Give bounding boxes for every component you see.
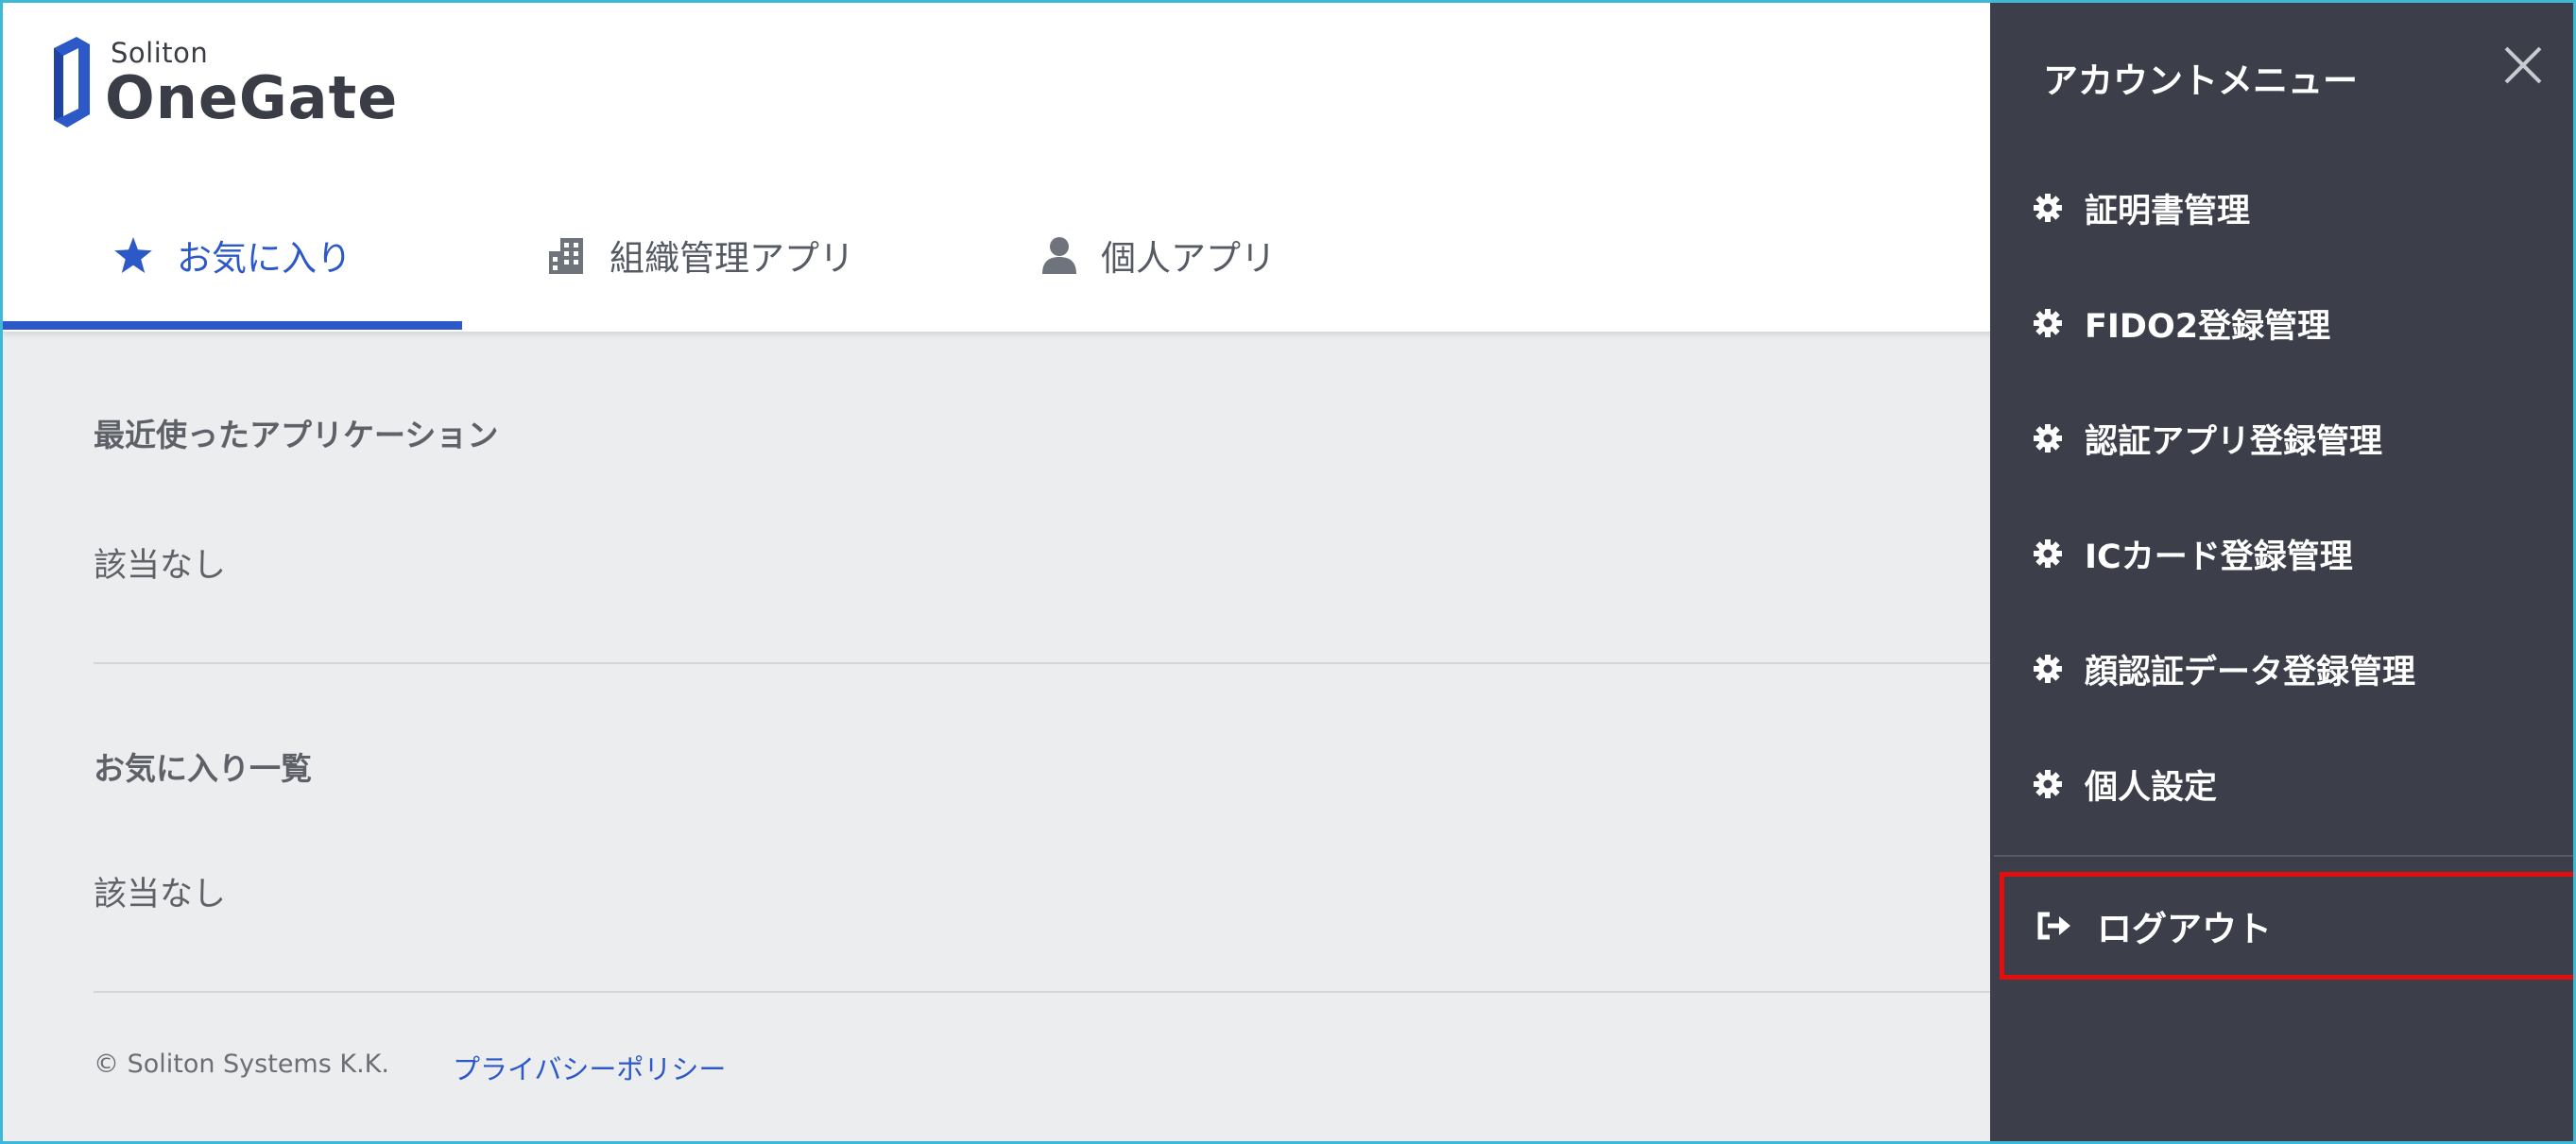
logout-label: ログアウト: [2097, 909, 2272, 949]
gear-icon: [2034, 770, 2062, 798]
menu-item-label: ICカード登録管理: [2085, 538, 2353, 576]
tab-favorites[interactable]: お気に入り: [114, 192, 352, 332]
logo-mark-icon: [54, 37, 90, 128]
logout-button[interactable]: ログアウト: [2000, 872, 2573, 980]
logo-text-big: OneGate: [105, 63, 399, 132]
tab-org-apps[interactable]: 組織管理アプリ: [547, 192, 854, 332]
menu-item-face-auth[interactable]: 顔認証データ登録管理: [2034, 636, 2544, 702]
divider: [94, 991, 1993, 993]
menu-item-label: 個人設定: [2085, 768, 2218, 807]
app-window: Soliton OneGate お気に入り 組織管理アプリ 個人アプリ 最近使っ…: [0, 0, 2576, 1144]
divider: [94, 662, 1993, 664]
menu-item-label: FIDO2登録管理: [2085, 307, 2331, 346]
privacy-policy-link[interactable]: プライバシーポリシー: [453, 1048, 726, 1087]
gear-icon: [2034, 309, 2062, 337]
logout-icon: [2037, 912, 2070, 940]
copyright: © Soliton Systems K.K.: [94, 1050, 389, 1079]
building-icon: [549, 238, 583, 274]
menu-item-auth-app[interactable]: 認証アプリ登録管理: [2034, 405, 2544, 471]
person-icon: [1042, 237, 1076, 274]
close-icon[interactable]: [2502, 44, 2544, 86]
menu-item-label: 証明書管理: [2085, 192, 2251, 231]
star-icon: [114, 237, 152, 273]
gear-icon: [2034, 539, 2062, 568]
tab-label: お気に入り: [177, 238, 352, 279]
menu-item-label: 認証アプリ登録管理: [2085, 422, 2383, 461]
recent-apps-empty: 該当なし: [94, 547, 227, 585]
favorites-list-title: お気に入り一覧: [94, 750, 312, 787]
gear-icon: [2034, 194, 2062, 222]
menu-item-personal-settings[interactable]: 個人設定: [2034, 751, 2544, 817]
menu-item-certificates[interactable]: 証明書管理: [2034, 175, 2544, 241]
menu-item-ic-card[interactable]: ICカード登録管理: [2034, 521, 2544, 587]
menu-divider: [1994, 855, 2573, 857]
active-tab-indicator: [3, 321, 462, 330]
gear-icon: [2034, 655, 2062, 683]
onegate-logo[interactable]: Soliton OneGate: [48, 35, 397, 133]
menu-item-fido2[interactable]: FIDO2登録管理: [2034, 290, 2544, 356]
menu-item-label: 顔認証データ登録管理: [2085, 653, 2416, 692]
recent-apps-title: 最近使ったアプリケーション: [94, 417, 499, 453]
favorites-list-empty: 該当なし: [94, 876, 227, 913]
gear-icon: [2034, 424, 2062, 452]
tab-label: 個人アプリ: [1101, 238, 1276, 279]
tab-personal-apps[interactable]: 個人アプリ: [1042, 192, 1276, 332]
account-menu-panel: アカウントメニュー 証明書管理 FIDO2登録管理 認証アプリ登録管理 ICカー…: [1990, 3, 2573, 1141]
tab-label: 組織管理アプリ: [610, 238, 854, 279]
account-menu-title: アカウントメニュー: [2043, 60, 2358, 101]
